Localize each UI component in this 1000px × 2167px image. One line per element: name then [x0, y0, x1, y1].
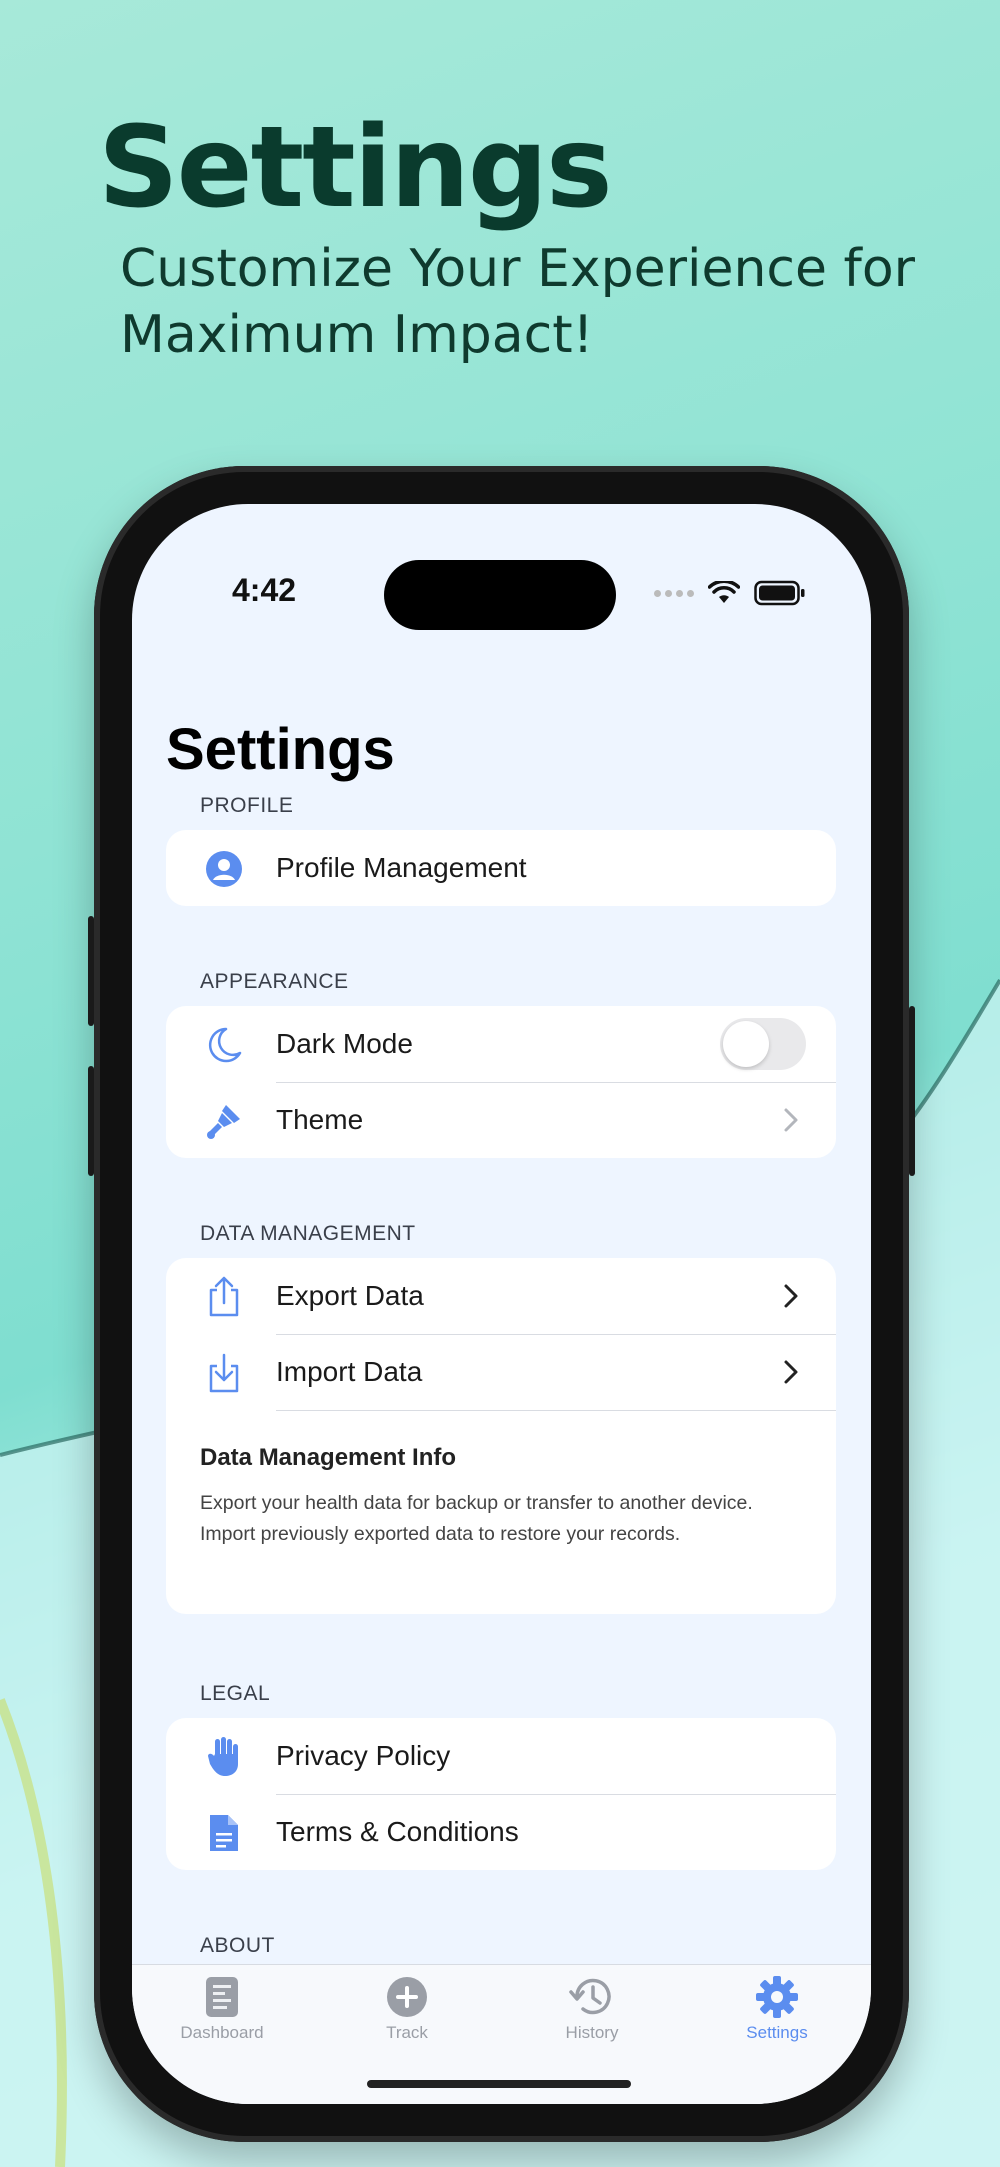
tab-settings-label: Settings	[746, 2023, 808, 2042]
import-data-label: Import Data	[276, 1356, 423, 1387]
data-management-card: Export Data Import Data Data Management …	[166, 1258, 836, 1614]
signal-dots-icon	[654, 589, 694, 597]
terms-conditions-row[interactable]: Terms & Conditions	[166, 1794, 836, 1870]
divider	[276, 1410, 836, 1411]
paintbrush-icon	[204, 1101, 244, 1141]
dark-mode-label: Dark Mode	[276, 1028, 413, 1059]
phone-side-button	[88, 1066, 94, 1176]
section-header-profile: PROFILE	[200, 794, 294, 817]
dark-mode-row: Dark Mode	[166, 1006, 836, 1082]
clock-history-icon	[569, 1978, 611, 2015]
document-icon	[204, 1813, 244, 1853]
dynamic-island	[384, 560, 616, 630]
status-icons	[654, 580, 806, 606]
section-header-appearance: APPEARANCE	[200, 970, 349, 993]
tab-track[interactable]: Track	[332, 1975, 482, 2043]
dark-mode-toggle[interactable]	[720, 1018, 806, 1070]
page-title: Settings	[166, 717, 395, 782]
privacy-policy-label: Privacy Policy	[276, 1740, 451, 1771]
chevron-right-icon	[784, 1284, 798, 1308]
dashboard-doc-icon	[206, 1977, 238, 2017]
moon-icon	[204, 1025, 244, 1065]
phone-side-button	[88, 916, 94, 1026]
section-header-about: ABOUT	[200, 1934, 275, 1957]
section-header-legal: LEGAL	[200, 1682, 271, 1705]
hero-subtitle: Customize Your Experience for Maximum Im…	[120, 239, 916, 365]
data-management-info-text: Export your health data for backup or tr…	[200, 1492, 753, 1545]
phone-frame: 4:42 Settings PROFILE Profile Management…	[88, 466, 915, 2142]
data-management-info-title: Data Management Info	[200, 1444, 457, 1471]
share-upload-icon	[204, 1276, 244, 1317]
tab-track-label: Track	[386, 2023, 428, 2042]
gear-icon	[756, 1976, 798, 2018]
person-circle-icon	[204, 849, 244, 889]
import-data-row[interactable]: Import Data	[166, 1334, 836, 1410]
terms-conditions-label: Terms & Conditions	[276, 1816, 519, 1847]
toggle-knob	[723, 1021, 769, 1067]
theme-label: Theme	[276, 1104, 364, 1135]
hand-raised-icon	[204, 1737, 244, 1777]
download-tray-icon	[204, 1353, 244, 1393]
chevron-right-icon	[784, 1108, 798, 1132]
chevron-right-icon	[784, 1360, 798, 1384]
phone-power-button	[909, 1006, 915, 1176]
wifi-icon	[708, 581, 740, 603]
profile-card: Profile Management	[166, 830, 836, 906]
tab-dashboard[interactable]: Dashboard	[147, 1975, 297, 2043]
tab-history-label: History	[565, 2023, 619, 2042]
hero-title: Settings	[98, 103, 613, 233]
battery-icon	[754, 580, 805, 606]
profile-management-label: Profile Management	[276, 852, 527, 883]
tab-history[interactable]: History	[517, 1975, 667, 2043]
appearance-card: Dark Mode Theme	[166, 1006, 836, 1158]
tab-settings[interactable]: Settings	[702, 1975, 852, 2043]
profile-management-row[interactable]: Profile Management	[166, 830, 836, 906]
section-header-data-management: DATA MANAGEMENT	[200, 1222, 416, 1245]
legal-card: Privacy Policy Terms & Conditions	[166, 1718, 836, 1870]
privacy-policy-row[interactable]: Privacy Policy	[166, 1718, 836, 1794]
tab-dashboard-label: Dashboard	[180, 2023, 264, 2042]
theme-row[interactable]: Theme	[166, 1082, 836, 1158]
home-indicator	[367, 2080, 631, 2088]
export-data-label: Export Data	[276, 1280, 424, 1311]
plus-circle-icon	[387, 1977, 427, 2017]
app-screen: 4:42 Settings PROFILE Profile Management…	[132, 504, 871, 2104]
export-data-row[interactable]: Export Data	[166, 1258, 836, 1334]
status-time: 4:42	[232, 572, 297, 608]
